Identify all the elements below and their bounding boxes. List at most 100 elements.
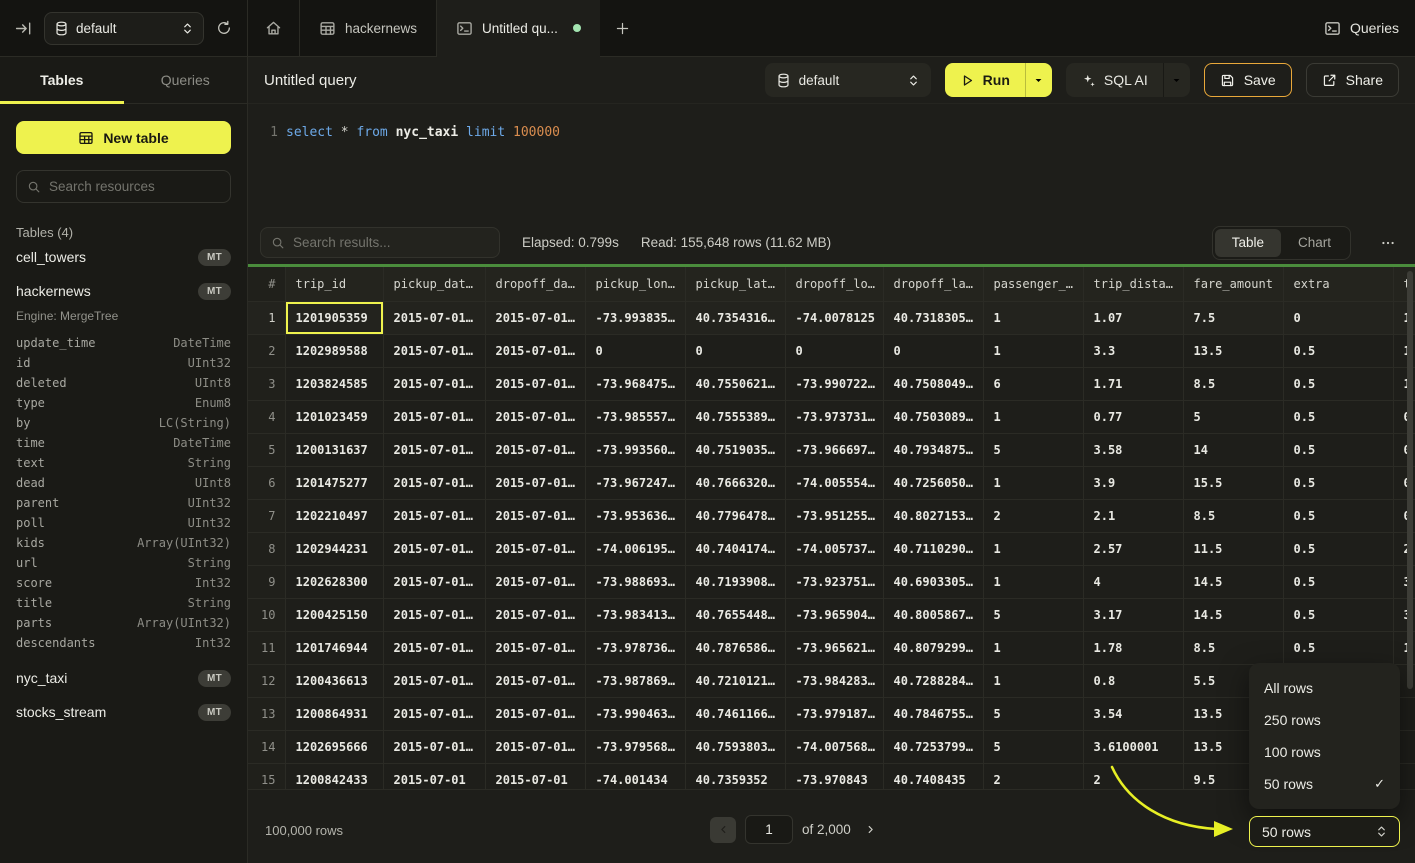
- cell[interactable]: -73.973731…: [785, 400, 883, 433]
- cell[interactable]: 2015-07-01…: [383, 367, 485, 400]
- cell[interactable]: 40.7593803…: [685, 730, 785, 763]
- cell[interactable]: 40.7288284…: [883, 664, 983, 697]
- schema-column[interactable]: deadUInt8: [16, 473, 231, 493]
- cell[interactable]: 1201905359: [285, 301, 383, 334]
- cell[interactable]: 1200436613: [285, 664, 383, 697]
- cell[interactable]: -73.988693…: [585, 565, 685, 598]
- cell[interactable]: 7.5: [1183, 301, 1283, 334]
- cell[interactable]: 1: [983, 400, 1083, 433]
- menu-item-50-rows[interactable]: 50 rows✓: [1249, 768, 1400, 800]
- row-number-cell[interactable]: 13: [248, 697, 285, 730]
- column-header[interactable]: pickup_dat…: [383, 267, 485, 301]
- cell[interactable]: 8.5: [1183, 367, 1283, 400]
- cell[interactable]: 0: [585, 334, 685, 367]
- cell[interactable]: 2015-07-01…: [383, 334, 485, 367]
- schema-column[interactable]: idUInt32: [16, 353, 231, 373]
- cell[interactable]: -73.983413…: [585, 598, 685, 631]
- cell[interactable]: -73.965904…: [785, 598, 883, 631]
- cell[interactable]: 40.7404174…: [685, 532, 785, 565]
- row-number-cell[interactable]: 10: [248, 598, 285, 631]
- cell[interactable]: 5: [983, 697, 1083, 730]
- cell[interactable]: -74.006195…: [585, 532, 685, 565]
- row-number-cell[interactable]: 14: [248, 730, 285, 763]
- cell[interactable]: 0: [1283, 301, 1393, 334]
- cell[interactable]: 0.8: [1083, 664, 1183, 697]
- cell[interactable]: 2015-07-01…: [383, 433, 485, 466]
- schema-column[interactable]: titleString: [16, 593, 231, 613]
- cell[interactable]: 40.7318305…: [883, 301, 983, 334]
- cell[interactable]: 2015-07-01…: [485, 730, 585, 763]
- row-number-cell[interactable]: 8: [248, 532, 285, 565]
- cell[interactable]: -73.978736…: [585, 631, 685, 664]
- previous-page-button[interactable]: [710, 817, 736, 843]
- cell[interactable]: 1200864931: [285, 697, 383, 730]
- column-header[interactable]: extra: [1283, 267, 1393, 301]
- cell[interactable]: 40.7256050…: [883, 466, 983, 499]
- schema-column[interactable]: update_timeDateTime: [16, 333, 231, 353]
- cell[interactable]: 1.07: [1083, 301, 1183, 334]
- row-number-cell[interactable]: 3: [248, 367, 285, 400]
- more-options-icon[interactable]: [1373, 235, 1403, 251]
- queries-button[interactable]: Queries: [1324, 0, 1399, 56]
- row-number-cell[interactable]: 6: [248, 466, 285, 499]
- row-number-cell[interactable]: 9: [248, 565, 285, 598]
- cell[interactable]: 8.5: [1183, 499, 1283, 532]
- vertical-scrollbar[interactable]: [1407, 271, 1413, 689]
- cell[interactable]: -73.987869…: [585, 664, 685, 697]
- resource-search[interactable]: [16, 170, 231, 203]
- cell[interactable]: 2.1: [1083, 499, 1183, 532]
- cell[interactable]: 0.5: [1283, 631, 1393, 664]
- cell[interactable]: 40.8079299…: [883, 631, 983, 664]
- cell[interactable]: 1: [983, 565, 1083, 598]
- cell[interactable]: 4: [1083, 565, 1183, 598]
- cell[interactable]: -73.990463…: [585, 697, 685, 730]
- cell[interactable]: 15.5: [1183, 466, 1283, 499]
- cell[interactable]: 11.5: [1183, 532, 1283, 565]
- cell[interactable]: 3.9: [1083, 466, 1183, 499]
- cell[interactable]: 2015-07-01…: [485, 334, 585, 367]
- share-button[interactable]: Share: [1306, 63, 1399, 97]
- results-search[interactable]: [260, 227, 500, 258]
- cell[interactable]: 2015-07-01…: [485, 631, 585, 664]
- cell[interactable]: 2015-07-01…: [383, 499, 485, 532]
- cell[interactable]: 40.7193908…: [685, 565, 785, 598]
- schema-column[interactable]: typeEnum8: [16, 393, 231, 413]
- column-header[interactable]: passenger_…: [983, 267, 1083, 301]
- menu-item-250-rows[interactable]: 250 rows: [1249, 704, 1400, 736]
- cell[interactable]: 0.5: [1283, 334, 1393, 367]
- schema-column[interactable]: textString: [16, 453, 231, 473]
- cell[interactable]: 40.8005867…: [883, 598, 983, 631]
- row-number-cell[interactable]: 12: [248, 664, 285, 697]
- cell[interactable]: 40.7354316…: [685, 301, 785, 334]
- schema-column[interactable]: pollUInt32: [16, 513, 231, 533]
- page-size-select[interactable]: 50 rows: [1249, 816, 1400, 847]
- cell[interactable]: 40.7519035…: [685, 433, 785, 466]
- cell[interactable]: 2015-07-01…: [485, 565, 585, 598]
- sql-ai-options-chevron[interactable]: [1163, 63, 1190, 97]
- cell[interactable]: 1: [983, 532, 1083, 565]
- cell[interactable]: -73.990722…: [785, 367, 883, 400]
- cell[interactable]: 40.7210121…: [685, 664, 785, 697]
- row-number-cell[interactable]: 2: [248, 334, 285, 367]
- cell[interactable]: 1200425150: [285, 598, 383, 631]
- column-header[interactable]: pickup_lon…: [585, 267, 685, 301]
- schema-column[interactable]: byLC(String): [16, 413, 231, 433]
- column-header[interactable]: fare_amount: [1183, 267, 1283, 301]
- cell[interactable]: 1201475277: [285, 466, 383, 499]
- cell[interactable]: 2: [983, 763, 1083, 789]
- cell[interactable]: 1202944231: [285, 532, 383, 565]
- cell[interactable]: -74.007568…: [785, 730, 883, 763]
- cell[interactable]: -73.993560…: [585, 433, 685, 466]
- cell[interactable]: 2015-07-01…: [383, 532, 485, 565]
- cell[interactable]: 0.5: [1283, 400, 1393, 433]
- cell[interactable]: -74.001434: [585, 763, 685, 789]
- cell[interactable]: 0: [883, 334, 983, 367]
- new-tab-button[interactable]: [600, 0, 646, 56]
- save-button[interactable]: Save: [1204, 63, 1292, 97]
- menu-item-all-rows[interactable]: All rows: [1249, 672, 1400, 704]
- sidebar-tab-queries[interactable]: Queries: [124, 57, 248, 103]
- cell[interactable]: 40.7110290…: [883, 532, 983, 565]
- schema-column[interactable]: timeDateTime: [16, 433, 231, 453]
- cell[interactable]: 3.54: [1083, 697, 1183, 730]
- cell[interactable]: 3.17: [1083, 598, 1183, 631]
